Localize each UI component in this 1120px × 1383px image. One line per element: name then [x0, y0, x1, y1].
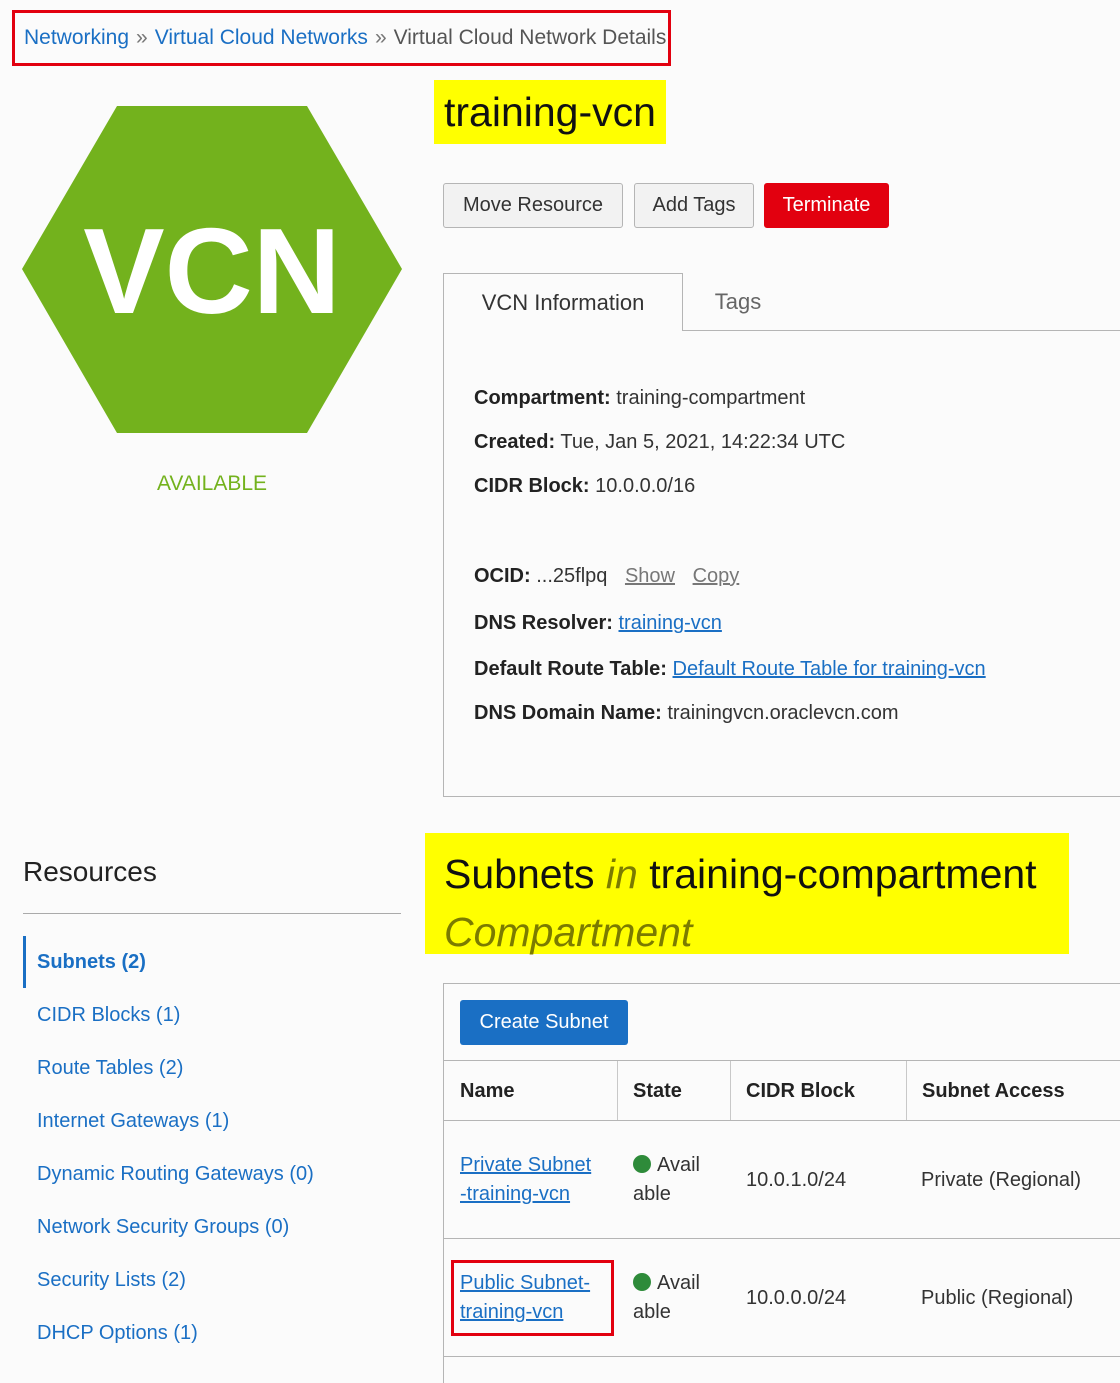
ocid-show-link[interactable]: Show — [625, 565, 675, 587]
sidebar-item-dynamic-routing-gateways[interactable]: Dynamic Routing Gateways (0) — [37, 1163, 314, 1186]
subnets-heading-compartment: training-compartment — [649, 851, 1037, 897]
status-badge: Avail able — [633, 1269, 700, 1327]
column-divider — [730, 1061, 731, 1120]
info-ocid: OCID: ...25flpq Show Copy — [474, 565, 739, 588]
status-badge: Avail able — [633, 1151, 700, 1209]
column-divider — [617, 1061, 618, 1120]
info-value: training-compartment — [616, 387, 806, 409]
tab-vcn-information[interactable]: VCN Information — [443, 273, 683, 331]
highlight-box — [451, 1260, 614, 1336]
info-label: DNS Domain Name: — [474, 702, 662, 724]
info-default-route-table: Default Route Table: Default Route Table… — [474, 658, 986, 681]
breadcrumb-current: Virtual Cloud Network Details — [393, 26, 667, 49]
ocid-copy-link[interactable]: Copy — [693, 565, 740, 587]
cidr-cell: 10.0.1.0/24 — [746, 1169, 847, 1191]
private-subnet-link[interactable]: -training-vcn — [460, 1183, 570, 1205]
info-label: OCID: — [474, 565, 531, 587]
move-resource-button[interactable]: Move Resource — [443, 183, 623, 228]
access-cell: Public (Regional) — [921, 1287, 1074, 1309]
state-text: Avail — [657, 1154, 700, 1176]
private-subnet-link[interactable]: Private Subnet — [460, 1154, 591, 1176]
subnets-heading-pre: Subnets — [444, 851, 595, 897]
state-text: Avail — [657, 1272, 700, 1294]
info-value: Tue, Jan 5, 2021, 14:22:34 UTC — [560, 431, 846, 453]
column-header-state[interactable]: State — [633, 1080, 682, 1103]
table-header-top-border — [444, 1060, 1120, 1061]
subnets-heading: Subnets in training-compartment Compartm… — [425, 833, 1069, 955]
cidr-cell: 10.0.0.0/24 — [746, 1287, 847, 1309]
create-subnet-button[interactable]: Create Subnet — [460, 1000, 628, 1045]
status-available-icon — [633, 1155, 651, 1173]
info-dns-domain: DNS Domain Name: trainingvcn.oraclevcn.c… — [474, 702, 899, 725]
column-header-cidr-block[interactable]: CIDR Block — [746, 1080, 855, 1103]
sidebar-item-security-lists[interactable]: Security Lists (2) — [37, 1269, 186, 1292]
terminate-button[interactable]: Terminate — [764, 183, 889, 228]
info-created: Created: Tue, Jan 5, 2021, 14:22:34 UTC — [474, 431, 845, 454]
info-label: Created: — [474, 431, 556, 453]
breadcrumb: Networking » Virtual Cloud Networks » Vi… — [12, 10, 671, 66]
tab-tags[interactable]: Tags — [683, 273, 793, 331]
sidebar-item-subnets[interactable]: Subnets (2) — [37, 951, 146, 974]
lifecycle-state: AVAILABLE — [156, 472, 268, 495]
breadcrumb-networking-link[interactable]: Networking — [24, 26, 129, 50]
breadcrumb-separator: » — [374, 26, 387, 49]
info-value: 10.0.0.0/16 — [595, 475, 696, 497]
info-value: ...25flpq — [536, 565, 608, 587]
sidebar-item-network-security-groups[interactable]: Network Security Groups (0) — [37, 1216, 289, 1239]
info-compartment: Compartment: training-compartment — [474, 387, 805, 410]
subnets-heading-post: Compartment — [444, 909, 693, 955]
info-value: trainingvcn.oraclevcn.com — [667, 702, 899, 724]
resources-divider — [23, 913, 401, 914]
breadcrumb-vcns-link[interactable]: Virtual Cloud Networks — [155, 26, 368, 50]
info-dns-resolver: DNS Resolver: training-vcn — [474, 612, 722, 635]
access-cell: Private (Regional) — [921, 1169, 1082, 1191]
status-available-icon — [633, 1273, 651, 1291]
vcn-hexagon-icon: VCN — [22, 106, 402, 433]
resources-heading: Resources — [23, 856, 157, 887]
column-header-name[interactable]: Name — [460, 1080, 514, 1103]
default-route-table-link[interactable]: Default Route Table for training-vcn — [673, 658, 986, 680]
state-text: able — [633, 1183, 671, 1205]
table-row: Private Subnet -training-vcn — [460, 1151, 591, 1209]
dns-resolver-link[interactable]: training-vcn — [619, 612, 722, 634]
info-cidr-block: CIDR Block: 10.0.0.0/16 — [474, 475, 695, 498]
column-header-subnet-access[interactable]: Subnet Access — [922, 1080, 1065, 1103]
info-label: CIDR Block: — [474, 475, 590, 497]
add-tags-button[interactable]: Add Tags — [634, 183, 754, 228]
table-header-bottom-border — [444, 1120, 1120, 1121]
info-label: Compartment: — [474, 387, 611, 409]
page-title: training-vcn — [434, 80, 666, 144]
table-row-border — [444, 1238, 1120, 1239]
state-text: able — [633, 1301, 671, 1323]
info-label: Default Route Table: — [474, 658, 667, 680]
sidebar-item-route-tables[interactable]: Route Tables (2) — [37, 1057, 183, 1080]
active-item-indicator — [23, 936, 26, 988]
column-divider — [906, 1061, 907, 1120]
info-label: DNS Resolver: — [474, 612, 613, 634]
subnets-heading-in: in — [605, 851, 638, 897]
breadcrumb-separator: » — [136, 26, 148, 49]
sidebar-item-internet-gateways[interactable]: Internet Gateways (1) — [37, 1110, 229, 1133]
vcn-badge-text: VCN — [83, 203, 341, 339]
sidebar-item-cidr-blocks[interactable]: CIDR Blocks (1) — [37, 1004, 180, 1027]
table-row-border — [444, 1356, 1120, 1357]
sidebar-item-dhcp-options[interactable]: DHCP Options (1) — [37, 1322, 198, 1345]
